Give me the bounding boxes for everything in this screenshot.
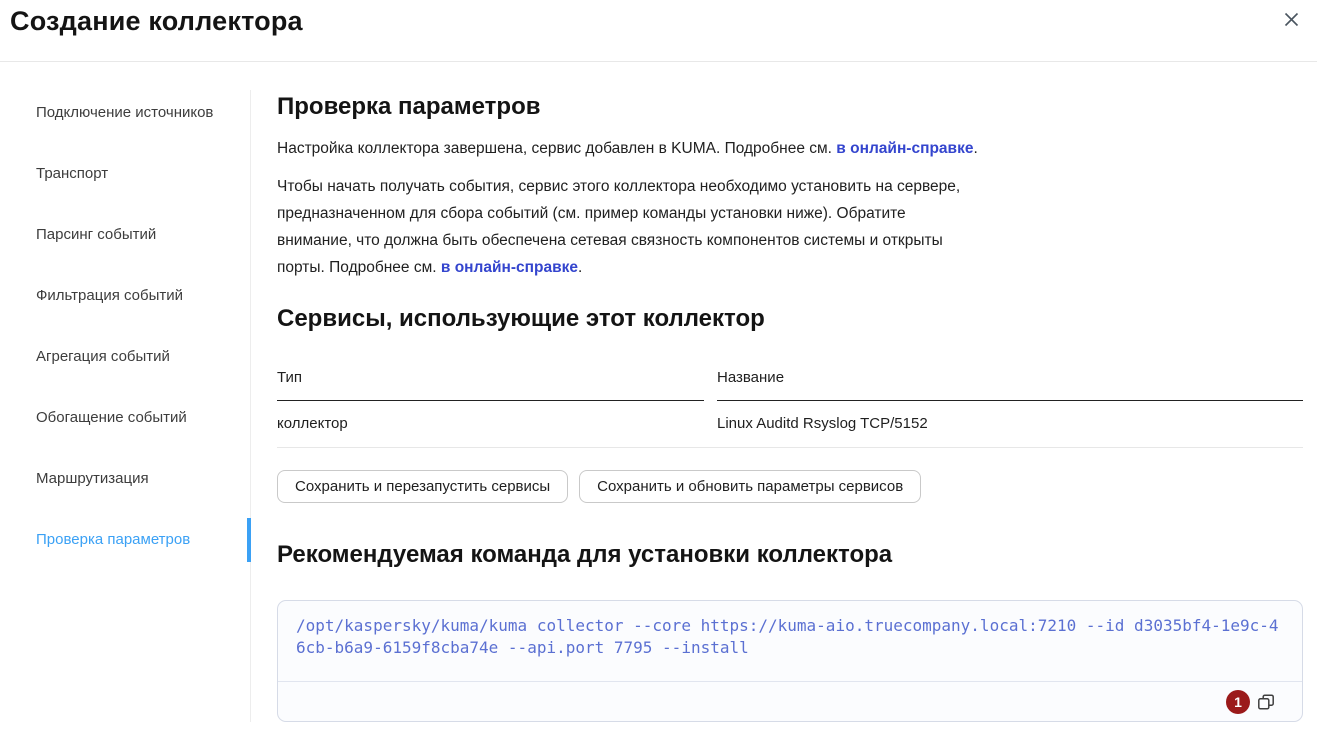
note-suffix: . [578, 259, 582, 276]
note-paragraph: Чтобы начать получать события, сервис эт… [277, 173, 982, 281]
dialog-header: Создание коллектора [0, 0, 1317, 62]
sidebar-item-event-parsing[interactable]: Парсинг событий [0, 204, 250, 265]
save-update-service-params-button[interactable]: Сохранить и обновить параметры сервисов [579, 470, 921, 503]
note-text: Чтобы начать получать события, сервис эт… [277, 178, 960, 276]
sidebar-item-routing[interactable]: Маршрутизация [0, 448, 250, 509]
online-help-link[interactable]: в онлайн-справке [836, 140, 973, 157]
dialog-body: Подключение источников Транспорт Парсинг… [0, 62, 1317, 730]
copy-button[interactable] [1257, 693, 1275, 711]
table-row: коллектор Linux Auditd Rsyslog TCP/5152 [277, 401, 1303, 448]
command-section-heading: Рекомендуемая команда для установки колл… [277, 541, 1303, 569]
sidebar-divider [250, 90, 251, 722]
intro-text: Настройка коллектора завершена, сервис д… [277, 140, 836, 157]
table-header-row: Тип Название [277, 369, 1303, 401]
main-content: Проверка параметров Настройка коллектора… [250, 62, 1317, 730]
intro-paragraph: Настройка коллектора завершена, сервис д… [277, 135, 982, 162]
wizard-steps-sidebar: Подключение источников Транспорт Парсинг… [0, 62, 250, 730]
actions-row: Сохранить и перезапустить сервисы Сохран… [277, 470, 1303, 503]
close-button[interactable] [1279, 7, 1303, 31]
table-cell-type: коллектор [277, 401, 704, 447]
table-cell-name: Linux Auditd Rsyslog TCP/5152 [717, 401, 1303, 447]
services-section-heading: Сервисы, использующие этот коллектор [277, 305, 1303, 333]
close-icon [1284, 12, 1299, 27]
sidebar-item-event-filtering[interactable]: Фильтрация событий [0, 265, 250, 326]
online-help-link-2[interactable]: в онлайн-справке [441, 259, 578, 276]
sidebar-item-setup-validation[interactable]: Проверка параметров [0, 509, 250, 570]
copy-count-badge: 1 [1226, 690, 1250, 714]
sidebar-item-event-aggregation[interactable]: Агрегация событий [0, 326, 250, 387]
column-header-name: Название [717, 369, 1303, 401]
page-title: Проверка параметров [277, 93, 1303, 121]
column-header-type: Тип [277, 369, 704, 401]
services-table: Тип Название коллектор Linux Auditd Rsys… [277, 369, 1303, 448]
copy-icon [1257, 693, 1275, 711]
install-command-text: /opt/kaspersky/kuma/kuma collector --cor… [278, 601, 1302, 681]
install-command-block: /opt/kaspersky/kuma/kuma collector --cor… [277, 600, 1303, 722]
sidebar-item-sources[interactable]: Подключение источников [0, 82, 250, 143]
dialog-title: Создание коллектора [10, 6, 303, 37]
intro-suffix: . [973, 140, 977, 157]
sidebar-item-transport[interactable]: Транспорт [0, 143, 250, 204]
command-footer: 1 [278, 681, 1302, 721]
sidebar-item-event-enrichment[interactable]: Обогащение событий [0, 387, 250, 448]
save-restart-services-button[interactable]: Сохранить и перезапустить сервисы [277, 470, 568, 503]
